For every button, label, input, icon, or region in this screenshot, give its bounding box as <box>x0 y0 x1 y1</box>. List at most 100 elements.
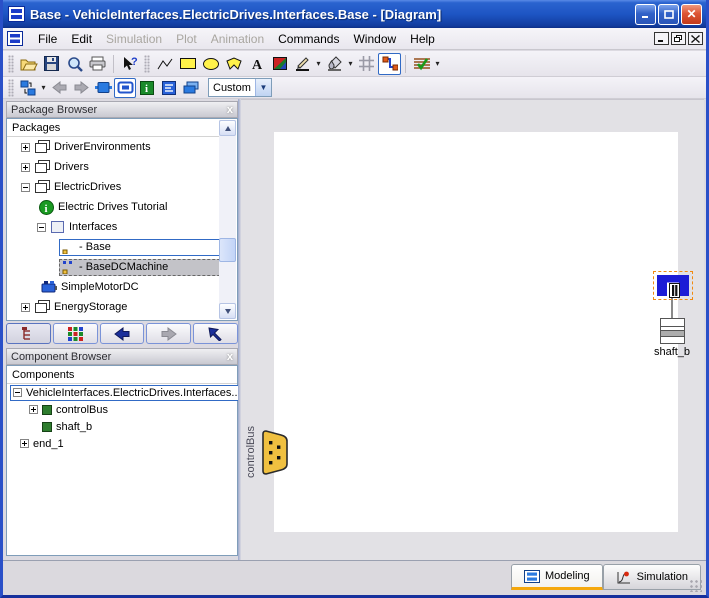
resize-grip[interactable] <box>689 579 702 592</box>
components-column-header[interactable]: Components <box>7 366 237 384</box>
svg-text:i: i <box>145 83 148 95</box>
open-button[interactable] <box>17 53 40 75</box>
expand-icon[interactable] <box>21 143 30 152</box>
polygon-tool-button[interactable] <box>222 53 245 75</box>
tree-item-shaft-b[interactable]: shaft_b <box>7 418 237 435</box>
tree-item-end-1[interactable]: end_1 <box>7 435 237 452</box>
component-browser-close-icon[interactable]: x <box>227 351 233 363</box>
context-help-button[interactable]: ? <box>118 53 141 75</box>
minimize-button[interactable] <box>635 4 656 25</box>
toolbar-grip[interactable] <box>144 55 150 73</box>
pen-color-button[interactable] <box>291 53 314 75</box>
fill-color-button[interactable] <box>323 53 346 75</box>
collapse-icon[interactable] <box>37 223 46 232</box>
menu-help[interactable]: Help <box>403 29 442 49</box>
mdi-minimize-button[interactable] <box>654 32 669 45</box>
tree-item-root-class[interactable]: VehicleInterfaces.ElectricDrives.Interfa… <box>7 384 237 401</box>
menu-commands[interactable]: Commands <box>271 29 346 49</box>
class-hierarchy-icon <box>20 80 36 96</box>
expand-icon[interactable] <box>21 303 30 312</box>
mdi-restore-button[interactable] <box>671 32 686 45</box>
documentation-view-button[interactable]: i <box>136 78 158 98</box>
expand-icon[interactable] <box>29 405 38 414</box>
navigate-up-button[interactable] <box>193 323 238 344</box>
component-shaft-b[interactable] <box>660 318 685 347</box>
diagram-view-button[interactable] <box>114 78 136 98</box>
package-browser-scrollbar[interactable] <box>219 120 236 319</box>
tree-item-base[interactable]: - Base <box>7 237 237 257</box>
text-tool-button[interactable]: A <box>245 53 268 75</box>
rectangle-tool-button[interactable] <box>176 53 199 75</box>
component-end-1[interactable] <box>653 271 693 300</box>
menu-window[interactable]: Window <box>346 29 403 49</box>
connection-line[interactable] <box>671 298 673 319</box>
line-tool-button[interactable] <box>153 53 176 75</box>
toolbar-grip[interactable] <box>8 55 14 73</box>
tree-item-simplemotordc[interactable]: SimpleMotorDC <box>7 277 237 297</box>
close-button[interactable]: ✕ <box>681 4 702 25</box>
chevron-down-icon[interactable]: ▼ <box>255 79 271 96</box>
component-controlbus[interactable] <box>262 430 290 478</box>
title-bar[interactable]: Base - VehicleInterfaces.ElectricDrives.… <box>3 0 706 28</box>
grid-button[interactable] <box>355 53 378 75</box>
scroll-down-icon[interactable] <box>219 303 236 319</box>
back-icon <box>52 81 67 94</box>
tree-item-interfaces[interactable]: Interfaces <box>7 217 237 237</box>
text-view-button[interactable] <box>158 78 180 98</box>
tree-item-basedcmachine[interactable]: - BaseDCMachine <box>7 257 237 277</box>
bitmap-tool-button[interactable] <box>268 53 291 75</box>
toolbar-separator <box>405 55 406 73</box>
pen-color-dropdown[interactable]: ▾ <box>314 54 323 74</box>
window-layout-button[interactable] <box>180 78 202 98</box>
check-model-button[interactable] <box>410 53 433 75</box>
expand-icon[interactable] <box>20 439 29 448</box>
history-forward-icon <box>161 327 177 341</box>
fill-color-dropdown[interactable]: ▾ <box>346 54 355 74</box>
menu-edit[interactable]: Edit <box>64 29 99 49</box>
bearing-inner-icon <box>669 283 680 298</box>
scroll-up-icon[interactable] <box>219 120 236 136</box>
scrollbar-thumb[interactable] <box>219 238 236 262</box>
package-browser-header[interactable]: Package Browser x <box>6 101 238 118</box>
collapse-icon[interactable] <box>13 388 22 397</box>
tree-item-drivers[interactable]: Drivers <box>7 157 237 177</box>
icon-grid-view-button[interactable] <box>53 323 98 344</box>
ellipse-tool-button[interactable] <box>199 53 222 75</box>
menu-file[interactable]: File <box>31 29 64 49</box>
tree-item-electricdrives[interactable]: ElectricDrives <box>7 177 237 197</box>
history-back-button[interactable] <box>100 323 145 344</box>
tab-modeling[interactable]: Modeling <box>511 564 603 590</box>
diagram-canvas[interactable] <box>274 132 678 532</box>
print-button[interactable] <box>86 53 109 75</box>
collapse-icon[interactable] <box>21 183 30 192</box>
pen-color-icon <box>295 56 310 71</box>
toolbar-grip[interactable] <box>8 79 14 97</box>
check-model-icon <box>414 57 430 71</box>
packages-column-header[interactable]: Packages <box>7 119 220 137</box>
class-hierarchy-button[interactable] <box>17 78 39 98</box>
tree-view-button[interactable] <box>6 323 51 344</box>
icon-view-button[interactable] <box>92 78 114 98</box>
connect-mode-button[interactable] <box>378 53 401 75</box>
polygon-tool-icon <box>226 57 242 70</box>
menu-bar: File Edit Simulation Plot Animation Comm… <box>3 28 706 50</box>
check-model-dropdown[interactable]: ▾ <box>433 54 442 74</box>
diagram-area[interactable]: shaft_b controlBus <box>241 99 704 560</box>
package-browser-close-icon[interactable]: x <box>227 104 233 116</box>
expand-icon[interactable] <box>21 163 30 172</box>
save-button[interactable] <box>40 53 63 75</box>
tree-item-driverenvironments[interactable]: DriverEnvironments <box>7 137 237 157</box>
tree-item-electric-drives-tutorial[interactable]: i Electric Drives Tutorial <box>7 197 237 217</box>
svg-text:?: ? <box>131 56 138 68</box>
mode-tabs: Modeling Simulation <box>511 564 701 590</box>
tree-item-energystorage[interactable]: EnergyStorage <box>7 297 237 317</box>
tab-simulation[interactable]: Simulation <box>603 564 701 590</box>
zoom-button[interactable] <box>63 53 86 75</box>
maximize-button[interactable] <box>658 4 679 25</box>
tree-item-controlbus[interactable]: controlBus <box>7 401 237 418</box>
class-hierarchy-dropdown[interactable]: ▾ <box>39 78 48 98</box>
view-mode-select[interactable]: Custom ▼ <box>208 78 272 97</box>
mdi-close-button[interactable] <box>688 32 703 45</box>
component-browser-header[interactable]: Component Browser x <box>6 348 238 365</box>
icon-view-icon <box>95 82 112 93</box>
